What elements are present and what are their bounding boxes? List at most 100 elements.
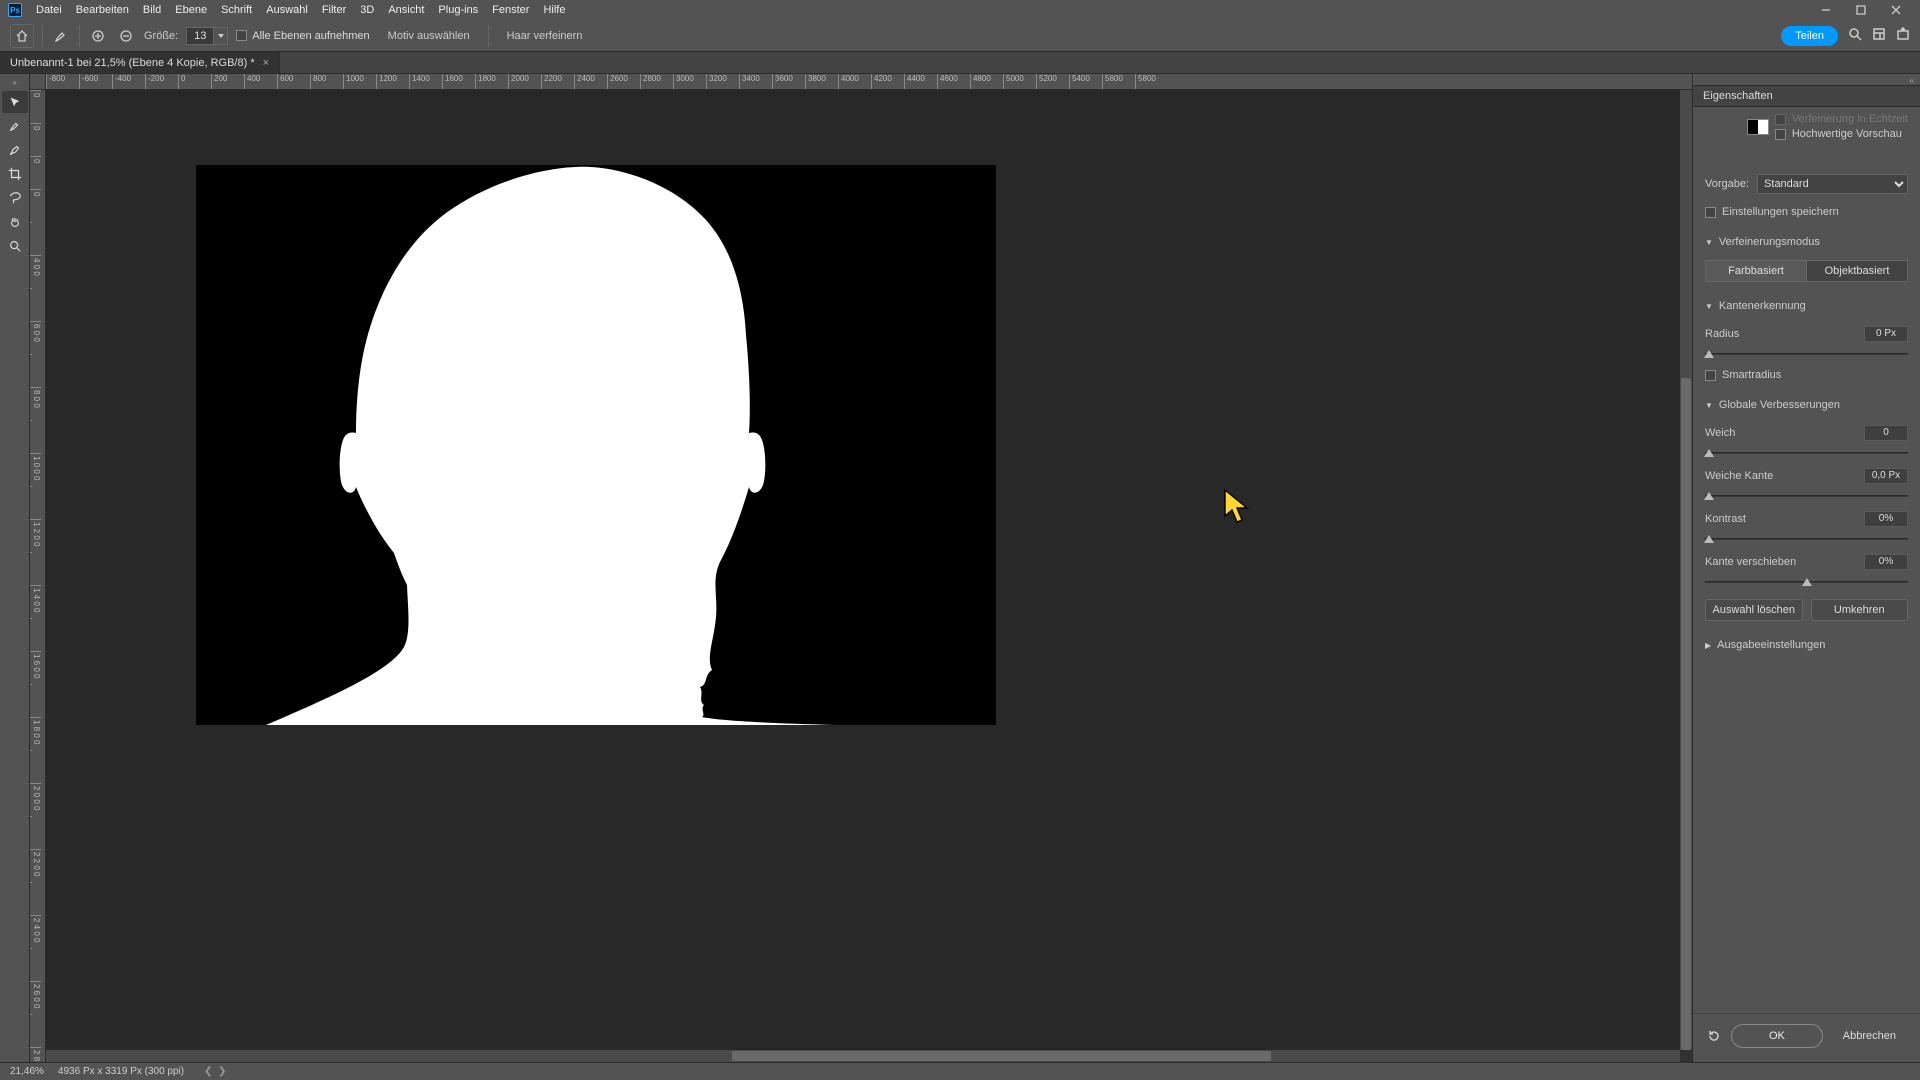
menu-ansicht[interactable]: Ansicht: [388, 4, 424, 16]
document-tab[interactable]: Unbenannt-1 bei 21,5% (Ebene 4 Kopie, RG…: [0, 52, 280, 73]
refine-brush-tool[interactable]: [2, 139, 28, 161]
radius-slider[interactable]: [1705, 353, 1908, 355]
brush-icon: [51, 26, 71, 46]
workspace-icon[interactable]: [1872, 27, 1886, 44]
shift-edge-label: Kante verschieben: [1705, 556, 1796, 568]
close-icon[interactable]: ×: [263, 57, 269, 69]
feather-label: Weiche Kante: [1705, 470, 1773, 482]
quick-select-tool[interactable]: [2, 91, 28, 113]
zoom-tool[interactable]: [2, 235, 28, 257]
refine-mode-label: Verfeinerungsmodus: [1719, 236, 1820, 248]
ruler-corner: [30, 74, 46, 90]
add-to-selection-icon[interactable]: [88, 26, 108, 46]
smooth-slider[interactable]: [1705, 452, 1908, 454]
output-header[interactable]: Ausgabeeinstellungen: [1705, 639, 1908, 651]
view-mode-thumb[interactable]: [1747, 119, 1769, 135]
properties-panel: « Eigenschaften Verfeinerung in Echtzeit…: [1692, 74, 1920, 1062]
tool-palette: »: [0, 74, 30, 1062]
vertical-ruler: 00004 0 06 0 08 0 01 0 0 01 2 0 01 4 0 0…: [30, 90, 46, 1062]
menu-bearbeiten[interactable]: Bearbeiten: [76, 4, 129, 16]
clear-selection-button[interactable]: Auswahl löschen: [1705, 599, 1803, 621]
preset-dropdown[interactable]: Standard: [1757, 174, 1908, 194]
contrast-value[interactable]: 0%: [1864, 511, 1908, 527]
document-tab-title: Unbenannt-1 bei 21,5% (Ebene 4 Kopie, RG…: [10, 57, 255, 69]
menu-3d[interactable]: 3D: [360, 4, 374, 16]
refine-mode-segment: Farbbasiert Objektbasiert: [1705, 260, 1908, 282]
subtract-from-selection-icon[interactable]: [116, 26, 136, 46]
reset-icon[interactable]: [1705, 1027, 1723, 1045]
radius-value[interactable]: 0 Px: [1864, 326, 1908, 342]
app-icon: Ps: [8, 3, 22, 17]
properties-tab[interactable]: Eigenschaften: [1693, 85, 1920, 107]
realtime-refine-checkbox: Verfeinerung in Echtzeit: [1775, 113, 1908, 125]
menu-ebene[interactable]: Ebene: [175, 4, 207, 16]
share-button[interactable]: Teilen: [1781, 26, 1838, 46]
maximize-button[interactable]: [1845, 1, 1877, 19]
status-bar: 21,46% 4936 Px x 3319 Px (300 ppi) ❮ ❯: [0, 1062, 1920, 1080]
feather-value[interactable]: 0,0 Px: [1864, 468, 1908, 484]
home-button[interactable]: [10, 24, 34, 48]
hq-preview-checkbox[interactable]: Hochwertige Vorschau: [1775, 128, 1908, 140]
options-bar: Größe: Alle Ebenen aufnehmen Motiv auswä…: [0, 20, 1920, 52]
search-icon[interactable]: [1848, 27, 1862, 44]
menu-hilfe[interactable]: Hilfe: [543, 4, 565, 16]
minimize-button[interactable]: [1810, 1, 1842, 19]
global-label: Globale Verbesserungen: [1719, 399, 1840, 411]
smart-radius-checkbox[interactable]: Smartradius: [1705, 369, 1908, 381]
info-nav-icon[interactable]: ❮ ❯: [204, 1066, 226, 1077]
document-area: -800-600-400-200020040060080010001200140…: [30, 74, 1692, 1062]
cancel-button[interactable]: Abbrechen: [1831, 1025, 1908, 1047]
menu-auswahl[interactable]: Auswahl: [266, 4, 308, 16]
vertical-scrollbar[interactable]: [1680, 90, 1692, 1050]
shift-edge-slider[interactable]: [1705, 581, 1908, 583]
lasso-tool[interactable]: [2, 187, 28, 209]
ok-button[interactable]: OK: [1731, 1024, 1823, 1048]
canvas-viewport[interactable]: [46, 90, 1680, 1050]
smooth-label: Weich: [1705, 427, 1735, 439]
horizontal-ruler: -800-600-400-200020040060080010001200140…: [46, 74, 1692, 90]
edge-detect-header[interactable]: Kantenerkennung: [1705, 300, 1908, 312]
menu-schrift[interactable]: Schrift: [221, 4, 252, 16]
crop-tool[interactable]: [2, 163, 28, 185]
shift-edge-value[interactable]: 0%: [1864, 554, 1908, 570]
contrast-label: Kontrast: [1705, 513, 1746, 525]
menu-datei[interactable]: Datei: [36, 4, 62, 16]
menu-plugins[interactable]: Plug-ins: [438, 4, 478, 16]
brush-tool[interactable]: [2, 115, 28, 137]
size-label: Größe:: [144, 30, 178, 42]
refine-hair-button[interactable]: Haar verfeinern: [497, 27, 593, 45]
all-layers-checkbox[interactable]: Alle Ebenen aufnehmen: [236, 30, 369, 42]
realtime-refine-label: Verfeinerung in Echtzeit: [1792, 113, 1908, 125]
save-settings-label: Einstellungen speichern: [1722, 206, 1839, 218]
radius-label: Radius: [1705, 328, 1739, 340]
panel-collapse-icon[interactable]: «: [1693, 74, 1920, 85]
contrast-slider[interactable]: [1705, 538, 1908, 540]
invert-button[interactable]: Umkehren: [1811, 599, 1909, 621]
color-aware-button[interactable]: Farbbasiert: [1705, 260, 1806, 282]
export-icon[interactable]: [1896, 27, 1910, 44]
menu-filter[interactable]: Filter: [322, 4, 346, 16]
brush-size-dropdown[interactable]: [214, 27, 228, 45]
feather-slider[interactable]: [1705, 495, 1908, 497]
canvas[interactable]: [196, 165, 996, 725]
doc-size-info[interactable]: 4936 Px x 3319 Px (300 ppi): [58, 1066, 184, 1077]
edge-detect-label: Kantenerkennung: [1719, 300, 1806, 312]
all-layers-label: Alle Ebenen aufnehmen: [252, 30, 369, 42]
menu-bild[interactable]: Bild: [143, 4, 161, 16]
zoom-level[interactable]: 21,46%: [10, 1066, 44, 1077]
horizontal-scrollbar[interactable]: [46, 1050, 1680, 1062]
select-subject-button[interactable]: Motiv auswählen: [378, 27, 480, 45]
hand-tool[interactable]: [2, 211, 28, 233]
global-header[interactable]: Globale Verbesserungen: [1705, 399, 1908, 411]
close-button[interactable]: [1880, 1, 1912, 19]
save-settings-checkbox[interactable]: Einstellungen speichern: [1705, 206, 1908, 218]
hq-preview-label: Hochwertige Vorschau: [1792, 128, 1902, 140]
brush-size-input[interactable]: [186, 27, 214, 45]
refine-mode-header[interactable]: Verfeinerungsmodus: [1705, 236, 1908, 248]
document-tab-strip: Unbenannt-1 bei 21,5% (Ebene 4 Kopie, RG…: [0, 52, 1920, 74]
output-label: Ausgabeeinstellungen: [1717, 639, 1825, 651]
smooth-value[interactable]: 0: [1864, 425, 1908, 441]
toolbar-collapse-icon[interactable]: »: [12, 78, 16, 87]
object-aware-button[interactable]: Objektbasiert: [1806, 260, 1908, 282]
menu-fenster[interactable]: Fenster: [492, 4, 529, 16]
